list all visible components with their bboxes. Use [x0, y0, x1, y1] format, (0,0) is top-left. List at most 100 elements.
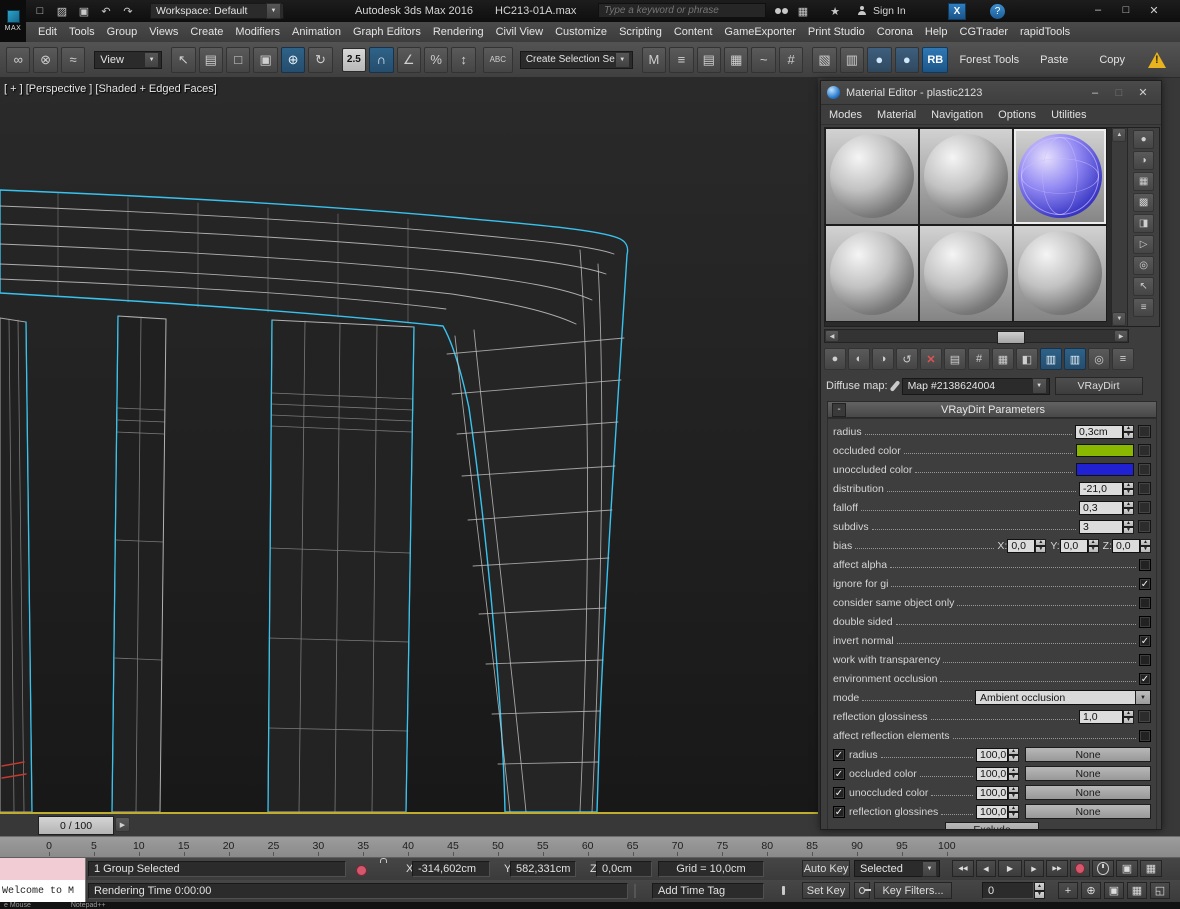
y-coord-field[interactable]: 582,331cm	[510, 861, 576, 877]
menu-item[interactable]: rapidTools	[1014, 26, 1076, 38]
menu-item[interactable]: Help	[919, 26, 954, 38]
timeline-tick[interactable]: 10	[128, 840, 150, 852]
sample-type-icon[interactable]: ●	[1133, 130, 1154, 149]
go-forward-to-sibling-icon[interactable]: ▥	[1064, 348, 1086, 370]
xview-badge-icon[interactable]: X	[948, 3, 966, 20]
unoccluded-map-button[interactable]: None	[1025, 785, 1151, 800]
menu-item[interactable]: Print Studio	[802, 26, 871, 38]
put-material-to-scene-icon[interactable]: ◐	[848, 348, 870, 370]
menu-item[interactable]: Group	[101, 26, 144, 38]
timeline-tick[interactable]: 5	[83, 840, 105, 852]
select-by-name-icon[interactable]: ▤	[199, 47, 223, 73]
radius-amount-spinner[interactable]: ▲▼	[1008, 748, 1019, 762]
sample-slot[interactable]	[1013, 225, 1107, 322]
go-to-start-button[interactable]: ◀◀	[952, 860, 974, 877]
get-material-icon[interactable]: ●	[824, 348, 846, 370]
layer-manager-icon[interactable]: ▤	[697, 47, 721, 73]
curve-editor-icon[interactable]: ~	[751, 47, 775, 73]
affect-alpha-checkbox[interactable]	[1139, 559, 1151, 571]
occluded-amount-field[interactable]: 100,0	[976, 767, 1008, 781]
viewport-label[interactable]: [ + ] [Perspective ] [Shaded + Edged Fac…	[4, 83, 217, 95]
align-icon[interactable]: ≡	[669, 47, 693, 73]
track-bar[interactable]: 0 / 100 ▶	[0, 814, 818, 837]
eyedropper-icon[interactable]	[889, 380, 900, 392]
sample-slot-selected[interactable]	[1013, 128, 1107, 225]
select-and-move-icon[interactable]: ⊕	[281, 47, 305, 73]
rollout-collapse-icon[interactable]: -	[832, 403, 846, 417]
sample-slot[interactable]	[919, 225, 1013, 322]
me-menu-item[interactable]: Options	[998, 109, 1045, 121]
rendered-frame-window-icon[interactable]: ▥	[840, 47, 864, 73]
taskbar-item[interactable]: e Mouse	[4, 902, 31, 909]
distribution-spinner[interactable]: ▲▼	[1123, 482, 1134, 496]
zoom-region-button[interactable]: ▣	[1104, 882, 1124, 899]
go-to-end-button[interactable]: ▶▶	[1046, 860, 1068, 877]
previous-frame-button[interactable]: ◀	[976, 860, 996, 877]
me-menu-item[interactable]: Modes	[829, 109, 871, 121]
selection-status-field[interactable]: 1 Group Selected	[88, 861, 346, 877]
map-name-dropdown[interactable]: Map #2138624004 ▼	[902, 378, 1050, 395]
reflection-glossiness-field[interactable]: 1,0	[1079, 710, 1123, 724]
select-object-icon[interactable]: ↖	[171, 47, 195, 73]
scrollbar-thumb[interactable]	[997, 331, 1025, 344]
invert-normal-checkbox[interactable]: ✓	[1139, 635, 1151, 647]
open-file-icon[interactable]: ▨	[52, 2, 72, 20]
pan-view-button[interactable]: +	[1058, 882, 1078, 899]
exclude-button[interactable]: Exclude	[945, 822, 1039, 831]
sample-slot[interactable]	[825, 225, 919, 322]
falloff-spinner[interactable]: ▲▼	[1123, 501, 1134, 515]
me-menu-item[interactable]: Utilities	[1051, 109, 1095, 121]
select-and-link-icon[interactable]: ∞	[6, 47, 30, 73]
occluded-map-button[interactable]: None	[1025, 766, 1151, 781]
x-coord-field[interactable]: -314,602cm	[412, 861, 490, 877]
background-checker-icon[interactable]: ▦	[1133, 172, 1154, 191]
falloff-field[interactable]: 0,3	[1079, 501, 1123, 515]
timeline-tick[interactable]: 55	[532, 840, 554, 852]
put-to-library-icon[interactable]: ▤	[944, 348, 966, 370]
sample-slot[interactable]	[919, 128, 1013, 225]
bias-x-field[interactable]: 0,0	[1007, 539, 1035, 553]
paste-button[interactable]: Paste	[1040, 54, 1068, 66]
scroll-left-icon[interactable]: ◀	[825, 330, 839, 342]
radius-amount-field[interactable]: 100,0	[976, 748, 1008, 762]
me-menu-item[interactable]: Navigation	[931, 109, 992, 121]
menu-item[interactable]: Edit	[32, 26, 63, 38]
zoom-button[interactable]: ⊕	[1081, 882, 1101, 899]
timeline-tick[interactable]: 45	[442, 840, 464, 852]
unoccluded-tex-checkbox[interactable]: ✓	[833, 787, 845, 799]
application-menu-button[interactable]: MAX	[0, 0, 26, 42]
reflection-map-button[interactable]: None	[1025, 804, 1151, 819]
options-icon[interactable]: ◎	[1133, 256, 1154, 275]
redo-icon[interactable]: ↷	[118, 2, 138, 20]
scroll-right-icon[interactable]: ▶	[1114, 330, 1128, 342]
double-sided-checkbox[interactable]	[1139, 616, 1151, 628]
spinner-snap-icon[interactable]: ↕	[451, 47, 475, 73]
distribution-field[interactable]: -21,0	[1079, 482, 1123, 496]
sample-slot[interactable]	[825, 128, 919, 225]
taskbar-item[interactable]: Notepad++	[71, 902, 106, 909]
copy-button[interactable]: Copy	[1099, 54, 1125, 66]
menu-item[interactable]: Rendering	[427, 26, 490, 38]
go-to-parent-icon[interactable]: ▥	[1040, 348, 1062, 370]
maxscript-listener-pink[interactable]	[0, 858, 86, 880]
timeline-tick[interactable]: 40	[397, 840, 419, 852]
sample-tiling-icon[interactable]: ▩	[1133, 193, 1154, 212]
snap-value-badge[interactable]: 2.5	[342, 48, 366, 72]
menu-item[interactable]: Civil View	[490, 26, 549, 38]
record-key-button[interactable]	[1070, 860, 1090, 877]
show-map-in-viewport-icon[interactable]: ▦	[992, 348, 1014, 370]
new-scene-icon[interactable]: □	[30, 2, 50, 20]
show-end-result-icon[interactable]: ◧	[1016, 348, 1038, 370]
key-mode-toggle-button[interactable]: ▣	[1116, 860, 1138, 877]
timeline-tick[interactable]: 65	[622, 840, 644, 852]
subdivs-field[interactable]: 3	[1079, 520, 1123, 534]
sign-in-button[interactable]: Sign In	[857, 5, 906, 17]
map-type-button[interactable]: VRayDirt	[1055, 377, 1143, 395]
video-color-check-icon[interactable]: ◨	[1133, 214, 1154, 233]
occluded-color-swatch[interactable]	[1076, 444, 1134, 457]
radius-spinner[interactable]: ▲▼	[1123, 425, 1134, 439]
timeline-tick[interactable]: 30	[307, 840, 329, 852]
minimize-button[interactable]: –	[1084, 0, 1112, 20]
auto-key-button[interactable]: Auto Key	[802, 860, 850, 877]
play-button[interactable]: ▶	[998, 860, 1022, 877]
